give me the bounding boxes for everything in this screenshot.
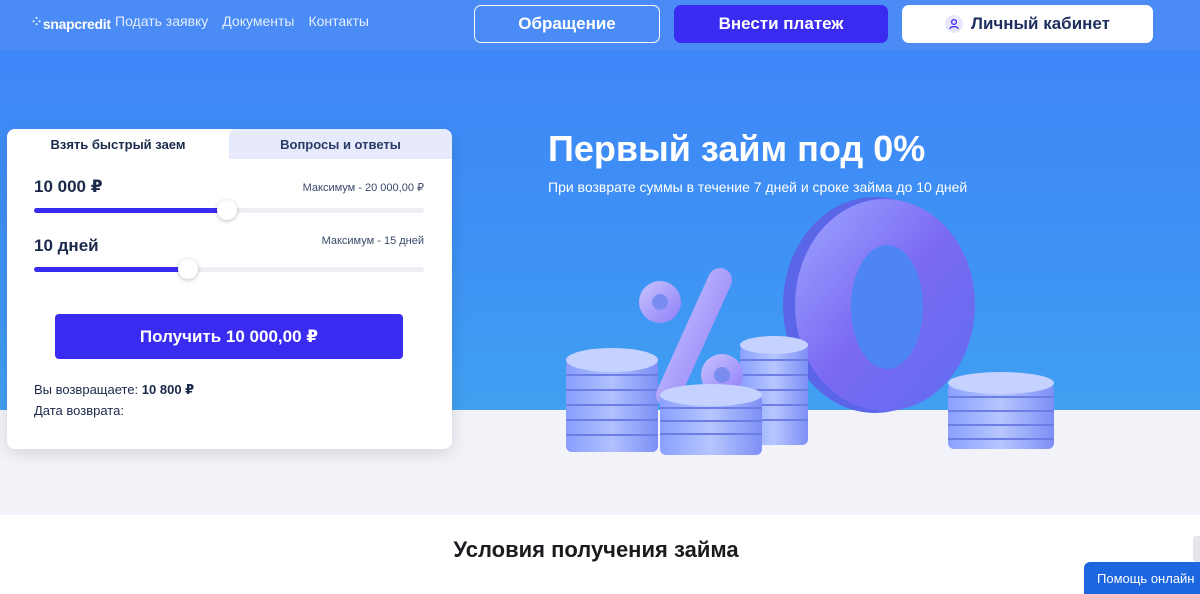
help-online-widget[interactable]: Помощь онлайн [1084, 562, 1200, 594]
zero-percent-illustration: 0 [566, 197, 1054, 455]
amount-slider-fill [34, 208, 227, 213]
user-icon [945, 15, 964, 33]
return-amount-label: Вы возвращаете: [34, 382, 139, 397]
nav-documents-link[interactable]: Документы [222, 13, 294, 29]
coin-stack-right [948, 372, 1054, 449]
nav-apply-link[interactable]: Подать заявку [115, 13, 208, 29]
cabinet-button[interactable]: Личный кабинет [902, 5, 1153, 43]
loan-calculator-card: Взять быстрый заем Вопросы и ответы 10 0… [7, 129, 452, 449]
amount-max-label: Максимум - 20 000,00 ₽ [302, 182, 424, 194]
appeal-button[interactable]: Обращение [474, 5, 660, 43]
tab-faq[interactable]: Вопросы и ответы [229, 129, 452, 159]
coin-stack-front [660, 384, 762, 455]
term-slider-thumb[interactable] [178, 259, 198, 279]
big-zero-shape: 0 [783, 197, 975, 413]
amount-slider-thumb[interactable] [217, 200, 237, 220]
logo[interactable]: ⁘ snapcredit [32, 15, 111, 33]
return-date-label: Дата возврата: [34, 403, 124, 418]
amount-slider[interactable] [34, 200, 424, 220]
amount-value: 10 000 ₽ [34, 177, 103, 196]
term-slider[interactable] [34, 259, 424, 279]
logo-text: snapcredit [42, 16, 111, 32]
spark-icon: ⁘ [32, 15, 41, 28]
tab-quick-loan[interactable]: Взять быстрый заем [7, 129, 229, 159]
return-amount-value: 10 800 ₽ [141, 382, 195, 397]
coin-stack-left [566, 348, 658, 452]
term-slider-fill [34, 267, 188, 272]
main-nav: Подать заявку Документы Контакты [115, 13, 369, 29]
get-loan-button[interactable]: Получить 10 000,00 ₽ [55, 314, 403, 359]
scroll-handle[interactable] [1193, 536, 1200, 562]
cabinet-button-label: Личный кабинет [971, 14, 1110, 33]
nav-contacts-link[interactable]: Контакты [308, 13, 368, 29]
section-title: Условия получения займа [453, 537, 739, 562]
return-amount-line: Вы возвращаете: 10 800 ₽ [34, 382, 194, 398]
pay-button[interactable]: Внести платеж [674, 5, 888, 43]
top-bar: ⁘ snapcredit Подать заявку Документы Кон… [0, 0, 1200, 50]
term-max-label: Максимум - 15 дней [321, 235, 424, 247]
hero-subtitle: При возврате суммы в течение 7 дней и ср… [548, 179, 968, 195]
hero-title: Первый займ под 0% [548, 128, 926, 169]
term-value: 10 дней [34, 236, 99, 255]
